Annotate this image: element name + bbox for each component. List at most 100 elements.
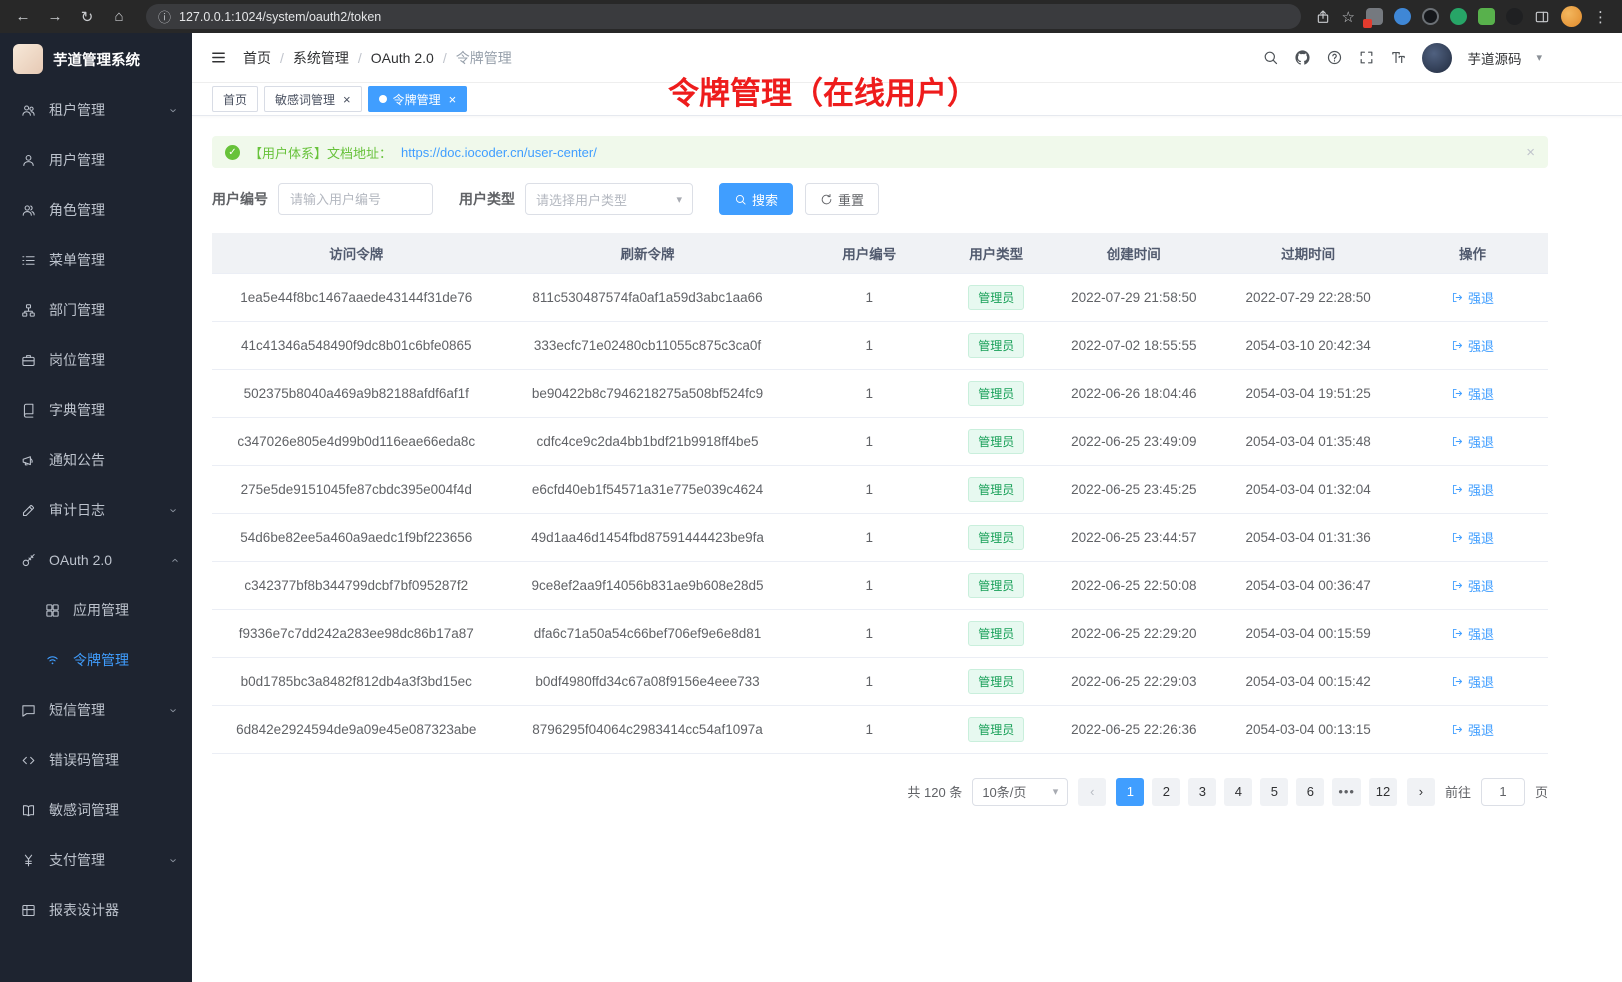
github-icon[interactable]	[1294, 49, 1311, 66]
sidebar-item-角色管理[interactable]: 角色管理	[0, 185, 192, 235]
expire-time-cell: 2054-03-04 00:36:47	[1219, 561, 1397, 609]
search-button[interactable]: 搜索	[719, 183, 793, 215]
forward-icon[interactable]: →	[42, 4, 68, 30]
sidebar-item-OAuth 2.0[interactable]: OAuth 2.0›	[0, 535, 192, 585]
sidebar-item-报表设计器[interactable]: 报表设计器	[0, 885, 192, 935]
help-icon[interactable]	[1326, 49, 1343, 66]
force-logout-button[interactable]: 强退	[1451, 672, 1494, 691]
created-time-cell: 2022-06-25 22:29:03	[1048, 657, 1219, 705]
search-icon[interactable]	[1262, 49, 1279, 66]
user-id-input[interactable]	[278, 183, 433, 215]
back-icon[interactable]: ←	[10, 4, 36, 30]
force-logout-button[interactable]: 强退	[1451, 528, 1494, 547]
font-size-icon[interactable]	[1390, 49, 1407, 66]
pager-page-6[interactable]: 6	[1296, 778, 1324, 806]
extension-icon[interactable]	[1450, 8, 1467, 25]
doc-alert: ✓ 【用户体系】文档地址： https://doc.iocoder.cn/use…	[212, 136, 1548, 168]
pager-page-4[interactable]: 4	[1224, 778, 1252, 806]
breadcrumb-item[interactable]: 首页	[243, 48, 271, 68]
user-avatar[interactable]	[1422, 43, 1452, 73]
breadcrumb-separator: /	[443, 50, 447, 66]
created-time-cell: 2022-06-25 23:44:57	[1048, 513, 1219, 561]
user-type-select[interactable]: 请选择用户类型 ▾	[525, 183, 693, 215]
pager-page-12[interactable]: 12	[1369, 778, 1397, 806]
table-row: c342377bf8b344799dcbf7bf095287f29ce8ef2a…	[212, 561, 1548, 609]
sidebar-item-用户管理[interactable]: 用户管理	[0, 135, 192, 185]
breadcrumb-separator: /	[358, 50, 362, 66]
pager-page-5[interactable]: 5	[1260, 778, 1288, 806]
share-icon[interactable]	[1315, 9, 1331, 25]
sidebar-item-审计日志[interactable]: 审计日志›	[0, 485, 192, 535]
force-logout-button[interactable]: 强退	[1451, 432, 1494, 451]
column-header: 用户编号	[794, 233, 944, 273]
close-icon[interactable]: ×	[343, 93, 351, 106]
browser-menu-icon[interactable]: ⋮	[1593, 8, 1608, 26]
sidebar-item-敏感词管理[interactable]: 敏感词管理	[0, 785, 192, 835]
force-logout-button[interactable]: 强退	[1451, 720, 1494, 739]
home-icon[interactable]: ⌂	[106, 4, 132, 30]
page-suffix: 页	[1535, 782, 1548, 801]
app-logo[interactable]: 芋道管理系统	[0, 33, 192, 85]
sidebar-item-部门管理[interactable]: 部门管理	[0, 285, 192, 335]
sidebar-item-短信管理[interactable]: 短信管理›	[0, 685, 192, 735]
user-id-label: 用户编号	[212, 189, 268, 209]
menu-icon	[20, 252, 36, 268]
pager-page-1[interactable]: 1	[1116, 778, 1144, 806]
extension-icon[interactable]	[1394, 8, 1411, 25]
force-logout-button[interactable]: 强退	[1451, 480, 1494, 499]
alert-close-icon[interactable]: ×	[1526, 144, 1535, 161]
force-logout-button[interactable]: 强退	[1451, 576, 1494, 595]
breadcrumb-item[interactable]: OAuth 2.0	[371, 50, 434, 66]
force-logout-button[interactable]: 强退	[1451, 624, 1494, 643]
sidebar-item-菜单管理[interactable]: 菜单管理	[0, 235, 192, 285]
user-id-cell: 1	[794, 657, 944, 705]
sidebar-item-字典管理[interactable]: 字典管理	[0, 385, 192, 435]
next-page-button[interactable]: ›	[1407, 778, 1435, 806]
extension-icon[interactable]	[1422, 8, 1439, 25]
force-logout-button[interactable]: 强退	[1451, 384, 1494, 403]
reload-icon[interactable]: ↻	[74, 4, 100, 30]
sidebar-item-通知公告[interactable]: 通知公告	[0, 435, 192, 485]
collapse-menu-icon[interactable]	[210, 49, 227, 66]
bookmark-star-icon[interactable]: ☆	[1342, 8, 1355, 26]
caret-down-icon[interactable]: ▾	[1536, 51, 1542, 64]
pager-page-2[interactable]: 2	[1152, 778, 1180, 806]
tab-label: 令牌管理	[393, 91, 441, 108]
browser-profile-avatar[interactable]	[1561, 6, 1582, 27]
address-bar[interactable]: ⓘ 127.0.0.1:1024/system/oauth2/token	[146, 4, 1301, 29]
tab-敏感词管理[interactable]: 敏感词管理×	[264, 86, 362, 112]
reset-button[interactable]: 重置	[805, 183, 879, 215]
pager-page-3[interactable]: 3	[1188, 778, 1216, 806]
fullscreen-icon[interactable]	[1358, 49, 1375, 66]
pager-more-button[interactable]: •••	[1332, 778, 1361, 806]
sidebar-item-令牌管理[interactable]: 令牌管理	[0, 635, 192, 685]
token-table: 访问令牌刷新令牌用户编号用户类型创建时间过期时间操作 1ea5e44f8bc14…	[212, 233, 1548, 754]
tab-令牌管理[interactable]: 令牌管理 ×	[368, 86, 468, 112]
sidebar-item-租户管理[interactable]: 租户管理›	[0, 85, 192, 135]
sidebar-item-错误码管理[interactable]: 错误码管理	[0, 735, 192, 785]
sidebar-item-支付管理[interactable]: 支付管理›	[0, 835, 192, 885]
alert-link[interactable]: https://doc.iocoder.cn/user-center/	[401, 145, 597, 160]
browser-toolbar: ← → ↻ ⌂ ⓘ 127.0.0.1:1024/system/oauth2/t…	[0, 0, 1622, 33]
close-icon[interactable]: ×	[449, 93, 457, 106]
user-type-badge: 管理员	[968, 477, 1024, 502]
user-name[interactable]: 芋道源码	[1467, 48, 1521, 68]
user-id-cell: 1	[794, 609, 944, 657]
refresh-token-cell: 811c530487574fa0af1a59d3abc1aa66	[501, 273, 795, 321]
force-logout-button[interactable]: 强退	[1451, 288, 1494, 307]
extension-icon[interactable]	[1506, 8, 1523, 25]
app-window: 芋道管理系统 租户管理›用户管理角色管理菜单管理部门管理岗位管理字典管理通知公告…	[0, 33, 1622, 982]
tab-首页[interactable]: 首页	[212, 86, 258, 112]
split-view-icon[interactable]	[1534, 9, 1550, 25]
extension-icon[interactable]	[1366, 8, 1383, 25]
page-size-select[interactable]: 10条/页 ▾	[972, 778, 1068, 806]
breadcrumb-item[interactable]: 系统管理	[293, 48, 349, 68]
sidebar-item-应用管理[interactable]: 应用管理	[0, 585, 192, 635]
force-logout-button[interactable]: 强退	[1451, 336, 1494, 355]
created-time-cell: 2022-06-25 22:29:20	[1048, 609, 1219, 657]
extension-icon[interactable]	[1478, 8, 1495, 25]
sidebar-item-岗位管理[interactable]: 岗位管理	[0, 335, 192, 385]
goto-page-input[interactable]	[1481, 778, 1525, 806]
site-info-icon[interactable]: ⓘ	[158, 7, 171, 26]
prev-page-button[interactable]: ‹	[1078, 778, 1106, 806]
